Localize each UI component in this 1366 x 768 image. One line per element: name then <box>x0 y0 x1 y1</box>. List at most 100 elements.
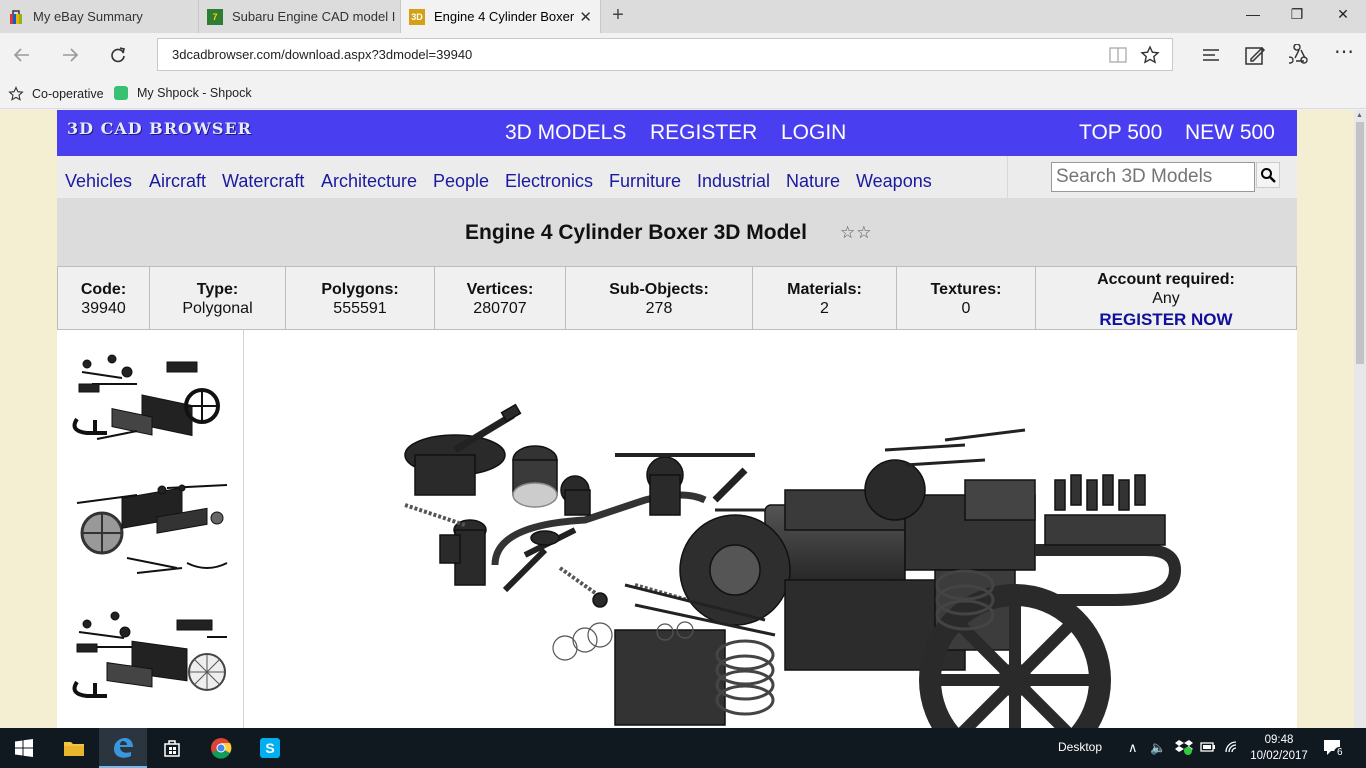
spec-textures: Textures: 0 <box>897 267 1036 329</box>
taskbar-chrome[interactable] <box>197 728 245 768</box>
spec-label: Account required: <box>1097 271 1235 288</box>
action-center-button[interactable]: 6 <box>1322 737 1346 759</box>
spec-type: Type: Polygonal <box>150 267 286 329</box>
scroll-up-icon[interactable]: ▲ <box>1356 112 1363 119</box>
spec-value: 39940 <box>81 300 126 317</box>
reading-view-icon[interactable] <box>1108 46 1128 64</box>
taskbar-skype[interactable]: S <box>246 728 294 768</box>
spec-vertices: Vertices: 280707 <box>435 267 566 329</box>
model-thumbnail[interactable] <box>67 478 232 593</box>
divider <box>1007 156 1008 198</box>
wifi-icon[interactable] <box>1224 740 1240 754</box>
site-logo[interactable]: 3D CAD BROWSER <box>67 119 252 138</box>
notification-count: 6 <box>1334 747 1346 758</box>
show-hidden-icons[interactable]: ∧ <box>1128 740 1138 756</box>
new-tab-button[interactable]: + <box>606 4 630 27</box>
spec-value: Any <box>1152 290 1180 307</box>
tab-ebay[interactable]: My eBay Summary <box>0 0 199 33</box>
spec-value: 280707 <box>473 300 527 317</box>
category-vehicles[interactable]: Vehicles <box>65 171 132 192</box>
nav-new-500[interactable]: NEW 500 <box>1185 121 1275 145</box>
battery-icon[interactable] <box>1200 741 1216 753</box>
restore-icon[interactable]: ❐ <box>1287 6 1307 23</box>
search-input[interactable] <box>1051 162 1255 192</box>
category-industrial[interactable]: Industrial <box>697 171 770 192</box>
chrome-icon <box>211 738 232 759</box>
desktop-toolbar-label[interactable]: Desktop <box>1058 740 1102 754</box>
spec-table: Code: 39940 Type: Polygonal Polygons: 55… <box>57 266 1297 330</box>
category-nature[interactable]: Nature <box>786 171 840 192</box>
search-icon <box>1261 168 1276 183</box>
favorite-label: Co-operative <box>32 87 104 101</box>
model-title-bar: Engine 4 Cylinder Boxer 3D Model ☆☆ <box>57 198 1297 266</box>
hub-icon[interactable] <box>1200 44 1222 66</box>
dropbox-icon[interactable] <box>1175 739 1193 755</box>
back-arrow-icon <box>13 48 29 62</box>
forward-button[interactable] <box>56 41 84 69</box>
rating-stars[interactable]: ☆☆ <box>840 223 872 243</box>
category-people[interactable]: People <box>433 171 489 192</box>
spec-code: Code: 39940 <box>58 267 150 329</box>
page-scrollbar[interactable]: ▲ <box>1354 110 1366 728</box>
site-7-icon: 7 <box>207 8 223 25</box>
spec-label: Sub-Objects: <box>609 281 709 298</box>
forward-arrow-icon <box>63 48 79 62</box>
favorite-co-operative[interactable]: Co-operative <box>8 86 104 102</box>
svg-text:S: S <box>265 740 274 756</box>
register-now-link[interactable]: REGISTER NOW <box>1036 310 1296 330</box>
nav-register[interactable]: REGISTER <box>650 121 757 145</box>
edge-icon <box>114 738 133 758</box>
favorite-star-icon[interactable] <box>1140 45 1160 65</box>
folder-icon <box>64 742 84 756</box>
model-thumbnail[interactable] <box>67 602 232 717</box>
category-architecture[interactable]: Architecture <box>321 171 417 192</box>
shpock-icon <box>114 86 128 100</box>
tab-subaru[interactable]: 7 Subaru Engine CAD model I <box>199 0 401 33</box>
category-aircraft[interactable]: Aircraft <box>149 171 206 192</box>
nav-3d-models[interactable]: 3D MODELS <box>505 121 626 145</box>
taskbar-edge[interactable] <box>99 728 147 768</box>
refresh-button[interactable] <box>104 41 132 69</box>
spec-value: Polygonal <box>182 300 253 317</box>
site-header: 3D CAD BROWSER 3D MODELS REGISTER LOGIN … <box>57 110 1297 156</box>
category-weapons[interactable]: Weapons <box>856 171 932 192</box>
windows-logo-icon <box>15 739 33 757</box>
nav-login[interactable]: LOGIN <box>781 121 846 145</box>
model-thumbnail[interactable] <box>67 344 232 459</box>
more-options-icon[interactable]: ⋯ <box>1334 39 1356 63</box>
start-button[interactable] <box>0 728 48 768</box>
back-button[interactable] <box>8 41 36 69</box>
system-clock[interactable]: 09:48 10/02/2017 <box>1248 732 1310 764</box>
minimize-icon[interactable]: — <box>1243 6 1263 22</box>
category-furniture[interactable]: Furniture <box>609 171 681 192</box>
category-watercraft[interactable]: Watercraft <box>222 171 304 192</box>
category-electronics[interactable]: Electronics <box>505 171 593 192</box>
spec-label: Vertices: <box>466 281 534 298</box>
3d-icon: 3D <box>409 8 425 25</box>
nav-top-500[interactable]: TOP 500 <box>1079 121 1162 145</box>
tab-title: Subaru Engine CAD model I <box>232 9 396 24</box>
clock-date: 10/02/2017 <box>1250 750 1308 762</box>
model-preview[interactable] <box>245 330 1297 728</box>
ebay-bag-icon <box>8 9 24 25</box>
close-window-icon[interactable]: ✕ <box>1333 6 1353 23</box>
spec-value: 0 <box>961 300 971 317</box>
spec-account: Account required: Any REGISTER NOW <box>1036 267 1296 329</box>
taskbar-file-explorer[interactable] <box>50 728 98 768</box>
windows-taskbar: S Desktop ∧ 🔈 09:48 10/02/2017 6 <box>0 728 1366 768</box>
close-tab-icon[interactable]: ✕ <box>579 8 592 26</box>
scrollbar-thumb[interactable] <box>1356 122 1364 364</box>
favorite-shpock[interactable]: My Shpock - Shpock <box>114 86 252 100</box>
volume-icon[interactable]: 🔈 <box>1150 740 1166 756</box>
address-bar[interactable]: 3dcadbrowser.com/download.aspx?3dmodel=3… <box>157 38 1173 71</box>
url-text: 3dcadbrowser.com/download.aspx?3dmodel=3… <box>172 47 473 62</box>
spec-value: 278 <box>645 300 673 317</box>
navigation-bar: 3dcadbrowser.com/download.aspx?3dmodel=3… <box>0 33 1366 77</box>
taskbar-store[interactable] <box>148 728 196 768</box>
model-title: Engine 4 Cylinder Boxer 3D Model <box>465 221 807 244</box>
web-note-icon[interactable] <box>1244 44 1266 66</box>
search-button[interactable] <box>1256 162 1280 188</box>
share-icon[interactable] <box>1289 44 1311 66</box>
tab-engine[interactable]: 3D Engine 4 Cylinder Boxer ✕ <box>401 0 601 33</box>
page-viewport: 3D CAD BROWSER 3D MODELS REGISTER LOGIN … <box>0 110 1354 728</box>
